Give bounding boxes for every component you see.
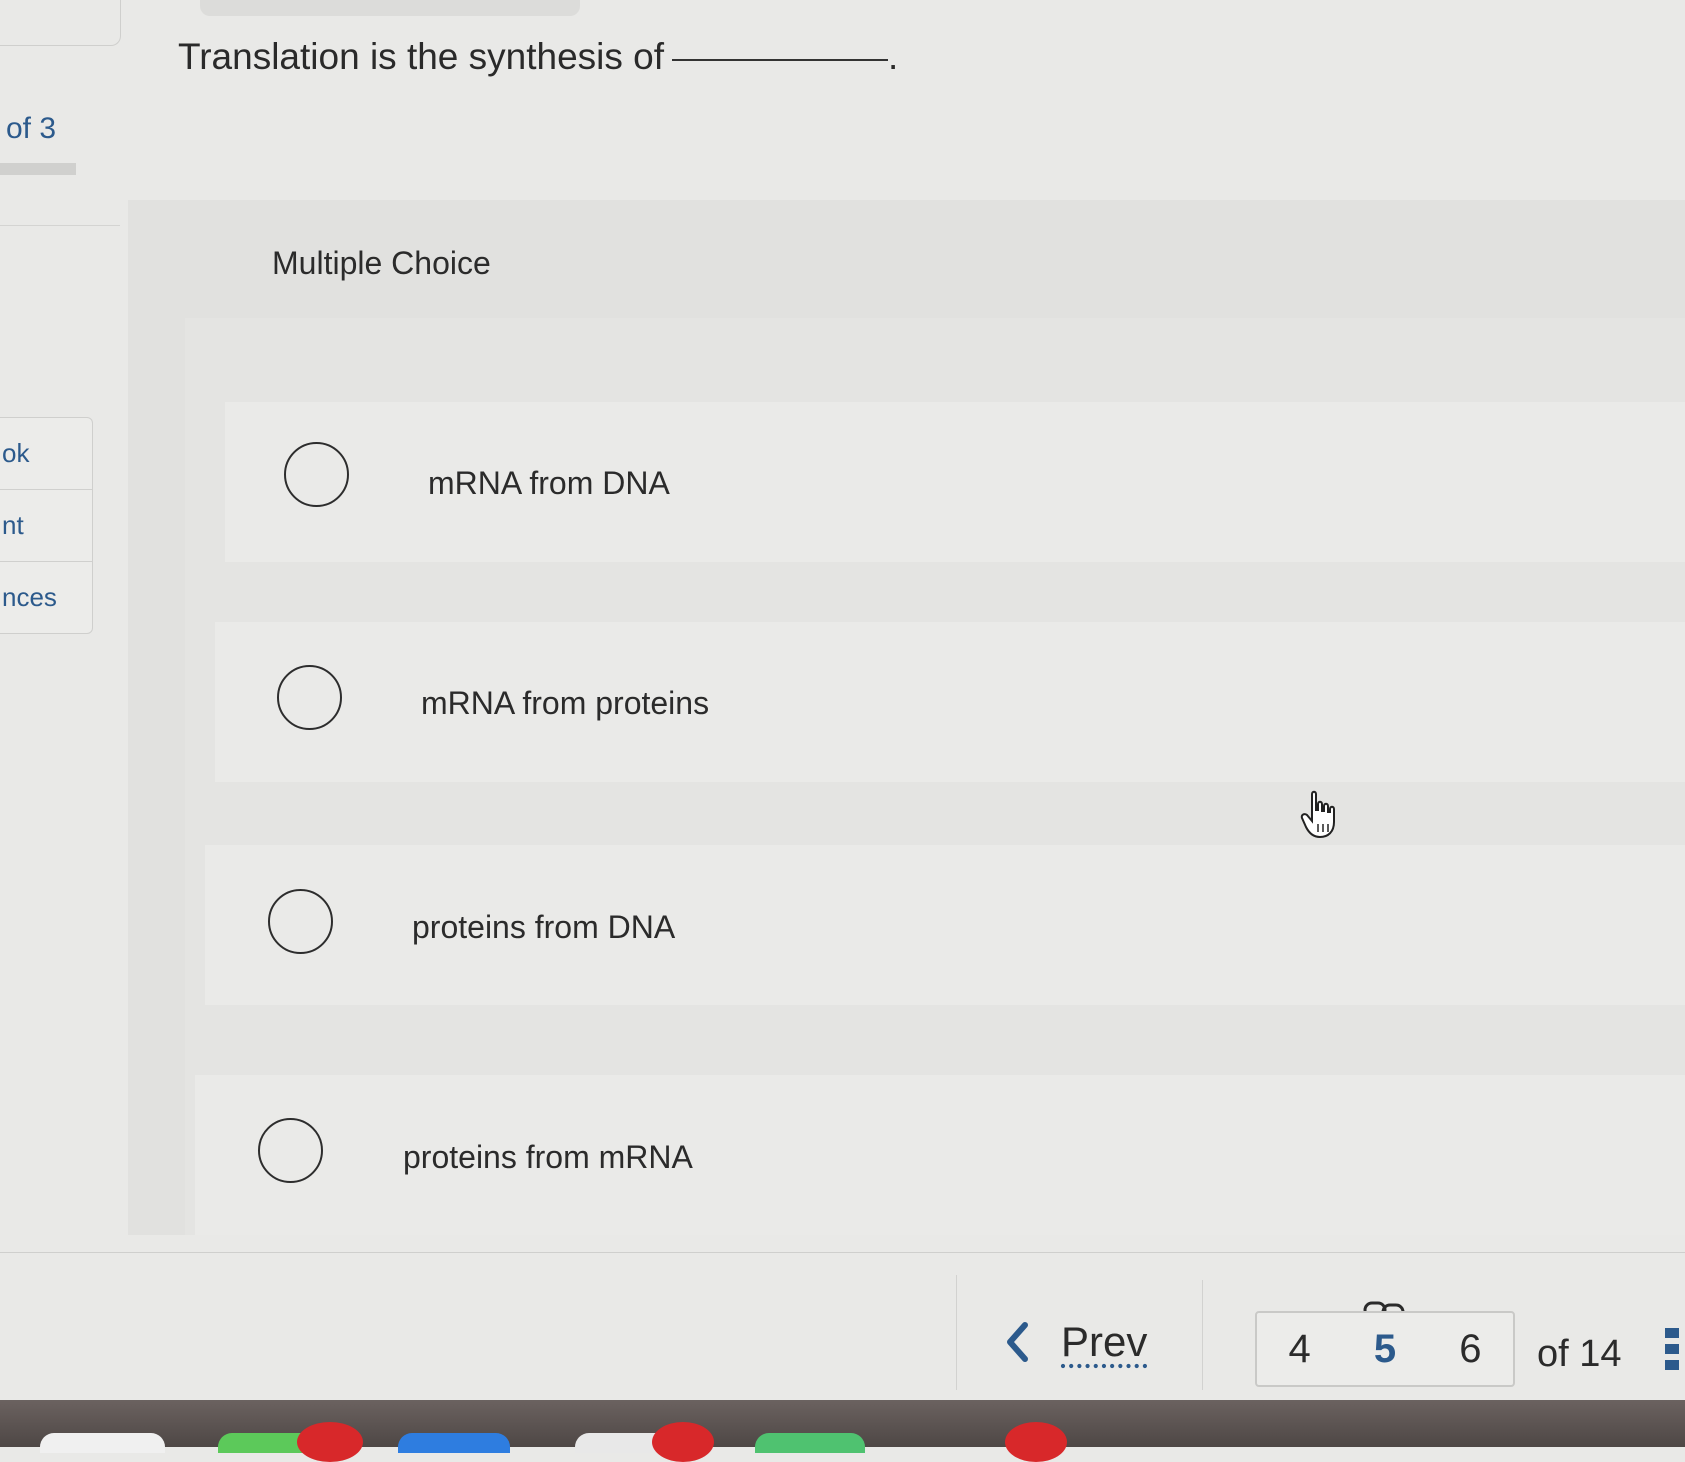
question-type: Multiple Choice [272, 245, 491, 281]
page-number-current[interactable]: 5 [1374, 1327, 1396, 1372]
choice-label[interactable]: mRNA from DNA [428, 465, 670, 502]
radio-icon[interactable] [284, 442, 349, 507]
dock-item[interactable] [40, 1433, 165, 1453]
question-prompt: Translation is the synthesis of [178, 36, 665, 77]
side-tab-references[interactable]: nces [0, 562, 92, 633]
dock-item[interactable] [755, 1433, 865, 1453]
top-bar [200, 0, 580, 16]
page-number[interactable]: 6 [1459, 1327, 1481, 1372]
side-tabs: ok nt nces [0, 417, 93, 634]
footer-separator [1202, 1280, 1203, 1390]
dock-item[interactable] [398, 1433, 510, 1453]
notification-badge [297, 1422, 363, 1462]
prev-label[interactable]: Prev [1061, 1318, 1147, 1366]
divider [0, 225, 120, 226]
menu-icon[interactable] [1665, 1326, 1685, 1374]
hand-cursor-icon [1300, 790, 1335, 839]
answer-blank [672, 57, 889, 62]
progress-bar [0, 163, 76, 175]
page-total: of 14 [1537, 1333, 1622, 1375]
notification-badge [652, 1422, 714, 1462]
radio-icon[interactable] [258, 1118, 323, 1183]
side-tab-print[interactable]: nt [0, 490, 92, 562]
page-number[interactable]: 4 [1289, 1327, 1311, 1372]
progress-text: of 3 [6, 112, 57, 145]
notification-badge [1005, 1422, 1067, 1462]
footer-divider [0, 1252, 1685, 1253]
chevron-left-icon [1007, 1322, 1028, 1362]
radio-icon[interactable] [277, 665, 342, 730]
choice-label[interactable]: mRNA from proteins [421, 685, 709, 722]
choice-label[interactable]: proteins from mRNA [403, 1139, 693, 1176]
choice-label[interactable]: proteins from DNA [412, 909, 675, 946]
prev-button[interactable]: Prev [1005, 1318, 1147, 1366]
question-end: . [888, 36, 899, 77]
question-text: Translation is the synthesis of. [178, 36, 898, 78]
radio-icon[interactable] [268, 889, 333, 954]
top-tab [0, 0, 121, 46]
side-tab-ebook[interactable]: ok [0, 418, 92, 490]
page-selector[interactable]: 4 5 6 [1255, 1311, 1515, 1387]
footer-separator [956, 1275, 957, 1390]
